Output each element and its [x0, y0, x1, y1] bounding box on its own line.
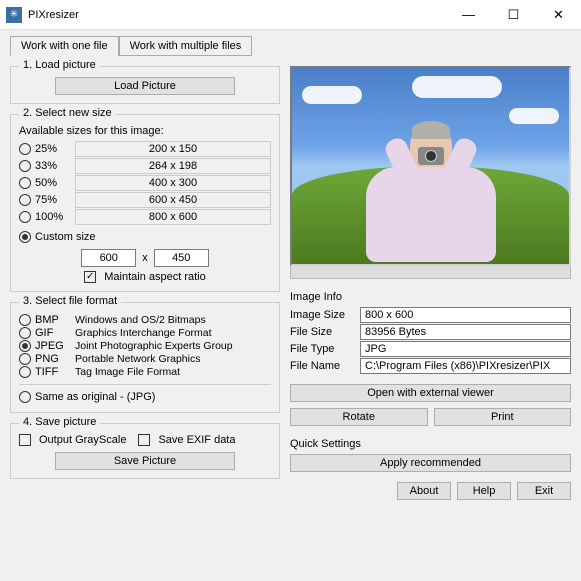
radio-icon: [19, 160, 31, 172]
tab-multiple-files[interactable]: Work with multiple files: [119, 36, 253, 56]
grayscale-checkbox[interactable]: [19, 434, 31, 446]
format-same[interactable]: Same as original - (JPG): [19, 391, 271, 403]
file-type-label: File Type: [290, 343, 360, 355]
apply-recommended-button[interactable]: Apply recommended: [290, 454, 571, 472]
title-bar: ✳ PIXresizer — ☐ ✕: [0, 0, 581, 30]
available-sizes-label: Available sizes for this image:: [19, 125, 271, 137]
rotate-button[interactable]: Rotate: [290, 408, 428, 426]
radio-icon: [19, 327, 31, 339]
size-75[interactable]: 75%600 x 450: [19, 192, 271, 208]
image-size-label: Image Size: [290, 309, 360, 321]
format-bmp[interactable]: BMPWindows and OS/2 Bitmaps: [19, 314, 271, 326]
size-33[interactable]: 33%264 x 198: [19, 158, 271, 174]
radio-icon: [19, 391, 31, 403]
radio-icon: [19, 366, 31, 378]
format-gif[interactable]: GIFGraphics Interchange Format: [19, 327, 271, 339]
select-size-group: 2. Select new size Available sizes for t…: [10, 114, 280, 292]
size-50[interactable]: 50%400 x 300: [19, 175, 271, 191]
radio-icon: [19, 194, 31, 206]
about-button[interactable]: About: [397, 482, 451, 500]
print-button[interactable]: Print: [434, 408, 572, 426]
file-type-value: JPG: [360, 341, 571, 357]
size-custom[interactable]: Custom size: [19, 231, 271, 243]
preview-tray: [290, 265, 571, 279]
radio-icon: [19, 353, 31, 365]
load-picture-group: 1. Load picture Load Picture: [10, 66, 280, 104]
select-format-group: 3. Select file format BMPWindows and OS/…: [10, 302, 280, 413]
radio-icon: [19, 231, 31, 243]
file-name-label: File Name: [290, 360, 360, 372]
width-input[interactable]: 600: [81, 249, 136, 267]
file-name-value: C:\Program Files (x86)\PIXresizer\PIX: [360, 358, 571, 374]
format-png[interactable]: PNGPortable Network Graphics: [19, 353, 271, 365]
help-button[interactable]: Help: [457, 482, 511, 500]
format-tiff[interactable]: TIFFTag Image File Format: [19, 366, 271, 378]
image-info-head: Image Info: [290, 291, 571, 303]
radio-icon: [19, 314, 31, 326]
size-100[interactable]: 100%800 x 600: [19, 209, 271, 225]
exit-button[interactable]: Exit: [517, 482, 571, 500]
maximize-button[interactable]: ☐: [491, 0, 536, 30]
minimize-button[interactable]: —: [446, 0, 491, 30]
image-preview: [290, 66, 571, 266]
save-picture-button[interactable]: Save Picture: [55, 452, 235, 470]
load-picture-button[interactable]: Load Picture: [55, 77, 235, 95]
exif-label: Save EXIF data: [158, 434, 235, 446]
x-label: x: [142, 252, 148, 264]
radio-icon: [19, 340, 31, 352]
file-size-value: 83956 Bytes: [360, 324, 571, 340]
quick-settings-head: Quick Settings: [290, 438, 571, 450]
tab-bar: Work with one file Work with multiple fi…: [10, 36, 571, 56]
tab-one-file[interactable]: Work with one file: [10, 36, 119, 56]
app-icon: ✳: [6, 7, 22, 23]
exif-checkbox[interactable]: [138, 434, 150, 446]
size-25[interactable]: 25%200 x 150: [19, 141, 271, 157]
load-title: 1. Load picture: [19, 59, 100, 71]
format-jpeg[interactable]: JPEGJoint Photographic Experts Group: [19, 340, 271, 352]
radio-icon: [19, 211, 31, 223]
save-picture-group: 4. Save picture Output GrayScale Save EX…: [10, 423, 280, 479]
height-input[interactable]: 450: [154, 249, 209, 267]
open-external-button[interactable]: Open with external viewer: [290, 384, 571, 402]
format-title: 3. Select file format: [19, 295, 121, 307]
window-title: PIXresizer: [28, 9, 446, 21]
grayscale-label: Output GrayScale: [39, 434, 126, 446]
file-size-label: File Size: [290, 326, 360, 338]
save-title: 4. Save picture: [19, 416, 100, 428]
radio-icon: [19, 143, 31, 155]
radio-icon: [19, 177, 31, 189]
maintain-aspect-checkbox[interactable]: [84, 271, 96, 283]
image-size-value: 800 x 600: [360, 307, 571, 323]
maintain-aspect-label: Maintain aspect ratio: [104, 271, 206, 283]
close-button[interactable]: ✕: [536, 0, 581, 30]
size-title: 2. Select new size: [19, 107, 116, 119]
